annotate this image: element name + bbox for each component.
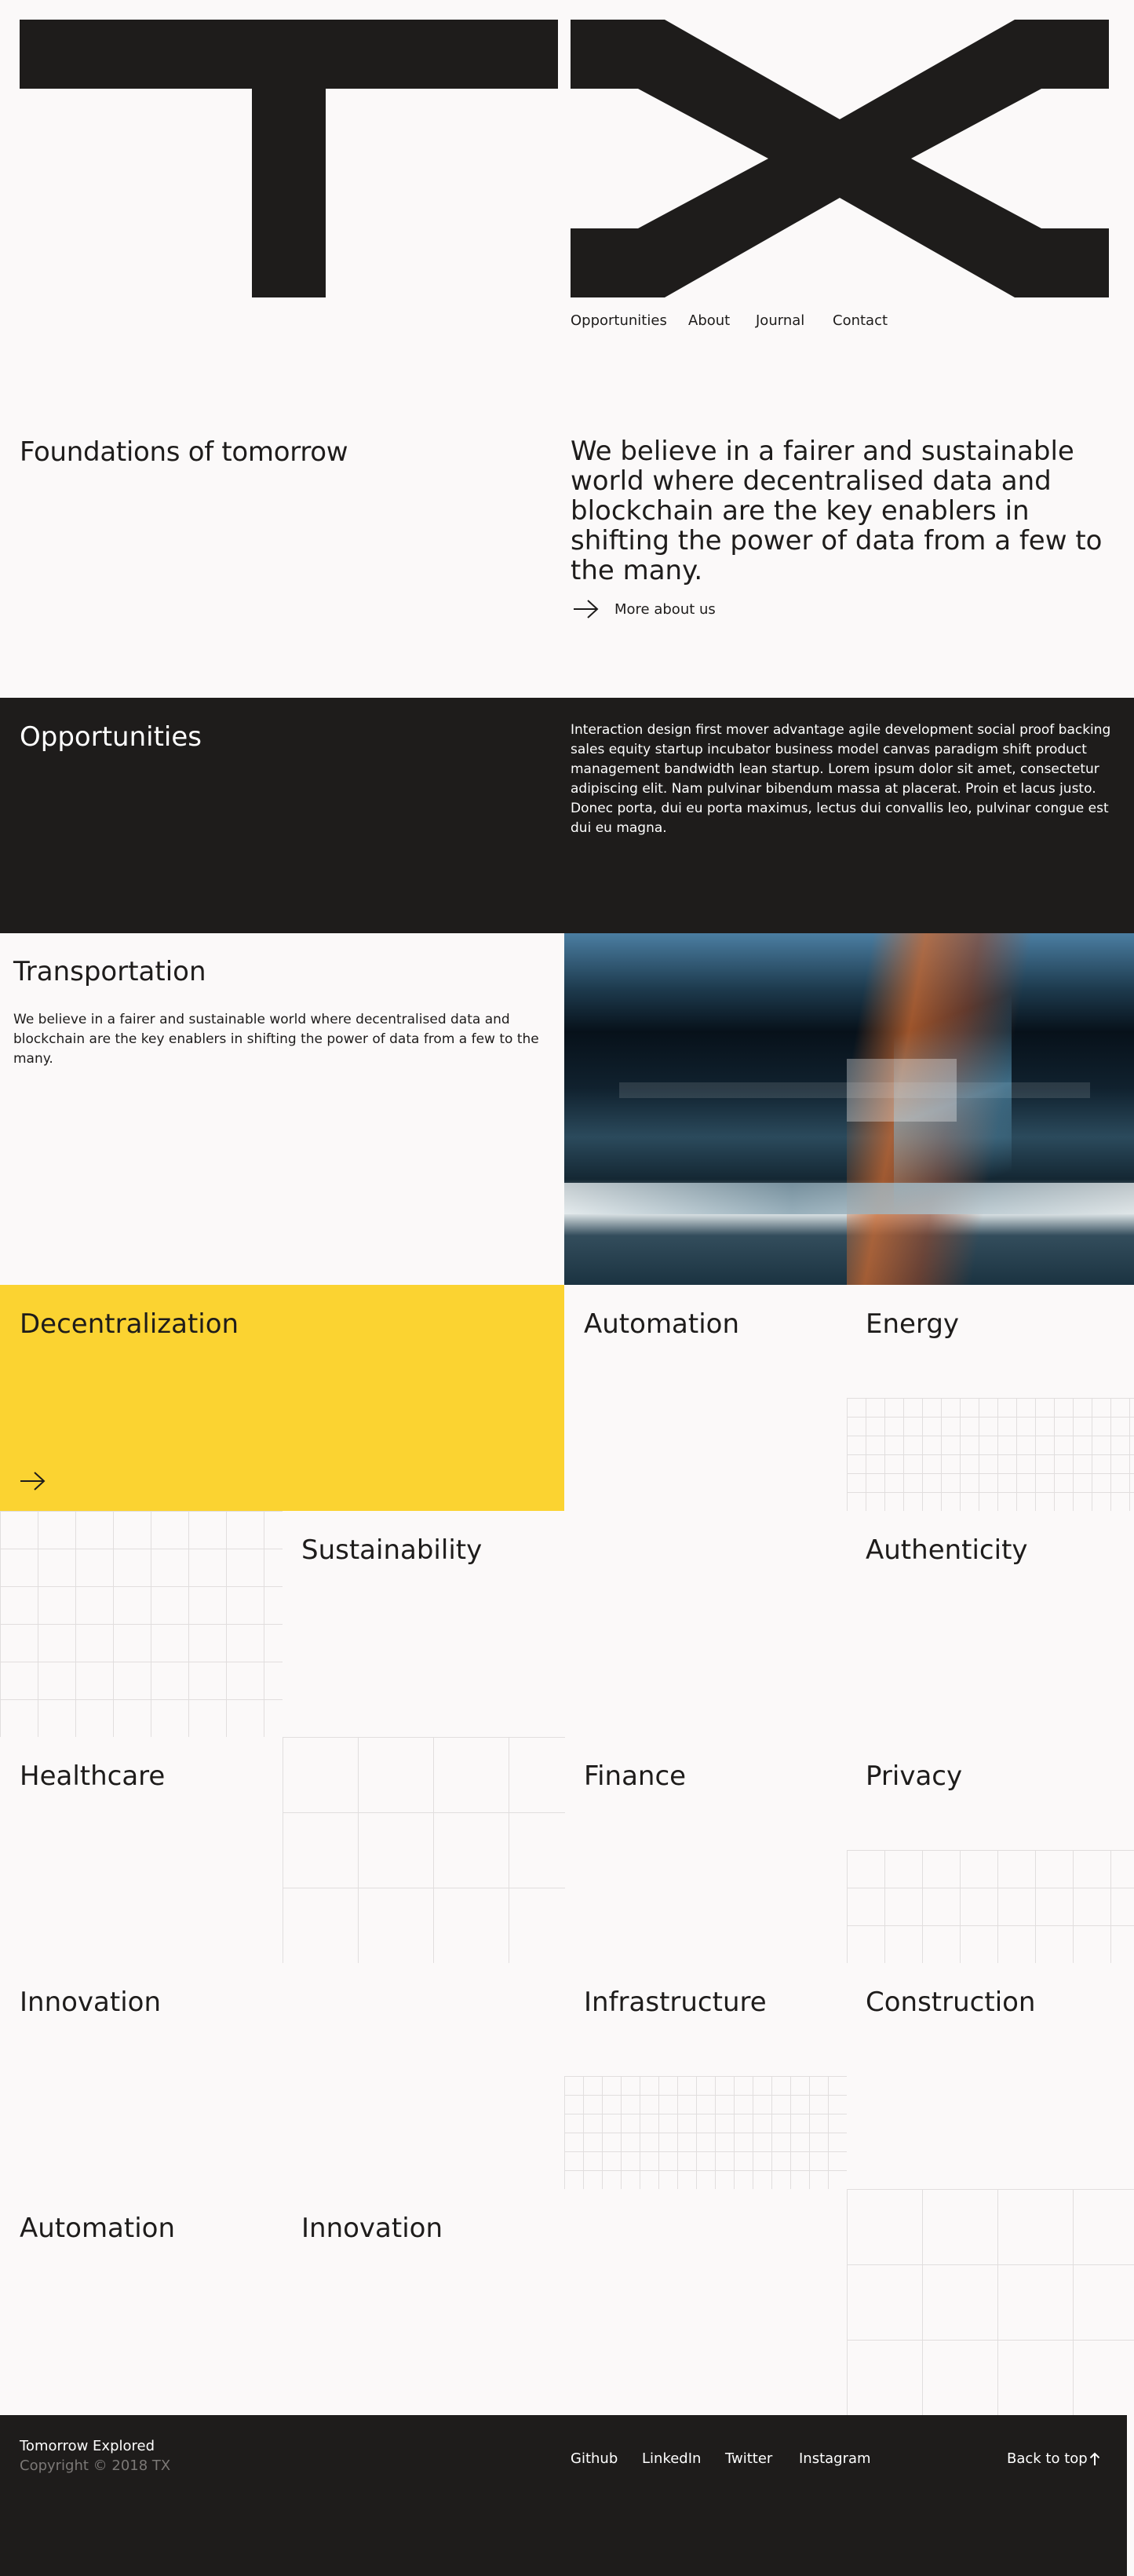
arrow-right-icon — [574, 600, 599, 618]
tile-sustainability[interactable]: Sustainability — [283, 1511, 847, 1737]
nav-contact[interactable]: Contact — [833, 312, 888, 329]
grid-pattern — [847, 1398, 1134, 1511]
back-to-top-label: Back to top — [1007, 2450, 1088, 2467]
train-photo — [564, 933, 1134, 1285]
logo-t-stem — [252, 89, 326, 297]
back-to-top-button[interactable]: Back to top — [1007, 2450, 1100, 2467]
opportunities-body: Interaction design first mover advantage… — [571, 722, 1111, 836]
tile-title: Construction — [866, 1987, 1036, 2018]
footer-brand: Tomorrow Explored — [20, 2438, 155, 2454]
tile-title: Authenticity — [866, 1534, 1028, 1566]
tile-automation[interactable]: Automation — [564, 1285, 847, 1511]
tile-healthcare[interactable]: Healthcare — [0, 1737, 283, 1963]
footer: Tomorrow Explored Copyright © 2018 TX Gi… — [0, 2415, 1127, 2576]
feature-body: We believe in a fairer and sustainable w… — [13, 1012, 539, 1067]
footer-link-linkedin[interactable]: LinkedIn — [642, 2450, 701, 2467]
intro-statement: We believe in a fairer and sustainable w… — [571, 436, 1103, 586]
logo-t-bar — [20, 20, 558, 89]
footer-copyright: Copyright © 2018 TX — [20, 2457, 171, 2474]
tile-title: Infrastructure — [584, 1987, 767, 2018]
footer-link-twitter[interactable]: Twitter — [725, 2450, 772, 2467]
nav-opportunities[interactable]: Opportunities — [571, 312, 667, 329]
arrow-right-icon — [20, 1472, 46, 1491]
tile-title: Sustainability — [301, 1534, 483, 1566]
tile-title: Energy — [866, 1308, 960, 1340]
tile-energy[interactable]: Energy — [847, 1285, 1134, 1511]
grid-pattern — [847, 2189, 1134, 2415]
tile-title: Automation — [20, 2213, 176, 2244]
grid-pattern — [847, 1850, 1134, 1963]
nav-about[interactable]: About — [688, 312, 730, 329]
tile-title: Automation — [584, 1308, 740, 1340]
logo-x — [571, 20, 1109, 297]
grid-pattern — [564, 2076, 847, 2189]
more-about-us-link[interactable]: More about us — [571, 593, 716, 625]
opportunities-section: Opportunities Interaction design first m… — [0, 698, 1134, 933]
tile-authenticity[interactable]: Authenticity — [847, 1511, 1134, 1737]
tile-title: Innovation — [20, 1987, 162, 2018]
tile-title: Innovation — [301, 2213, 443, 2244]
footer-link-github[interactable]: Github — [571, 2450, 618, 2467]
arrow-up-icon — [1089, 2452, 1099, 2465]
more-about-us-label: More about us — [614, 600, 716, 618]
feature-title: Transportation — [13, 956, 206, 987]
tile-finance[interactable]: Finance — [564, 1737, 847, 1963]
tile-innovation-2[interactable]: Innovation — [283, 2189, 847, 2415]
tile-title: Decentralization — [20, 1308, 239, 1340]
nav-journal[interactable]: Journal — [756, 312, 804, 329]
tile-title: Healthcare — [20, 1761, 166, 1792]
opportunities-heading: Opportunities — [20, 721, 202, 753]
tile-privacy[interactable]: Privacy — [847, 1737, 1134, 1963]
tile-innovation[interactable]: Innovation — [0, 1963, 564, 2189]
grid-pattern — [0, 1511, 283, 1737]
tile-title: Finance — [584, 1761, 687, 1792]
feature-transportation[interactable]: Transportation We believe in a fairer an… — [0, 933, 1134, 1285]
footer-link-instagram[interactable]: Instagram — [799, 2450, 871, 2467]
page-title: Foundations of tomorrow — [20, 436, 348, 468]
grid-pattern — [283, 1737, 565, 1963]
tile-decentralization[interactable]: Decentralization — [0, 1285, 564, 1511]
tile-title: Privacy — [866, 1761, 963, 1792]
tile-construction[interactable]: Construction — [847, 1963, 1134, 2189]
tile-automation-2[interactable]: Automation — [0, 2189, 283, 2415]
tile-infrastructure[interactable]: Infrastructure — [564, 1963, 847, 2189]
